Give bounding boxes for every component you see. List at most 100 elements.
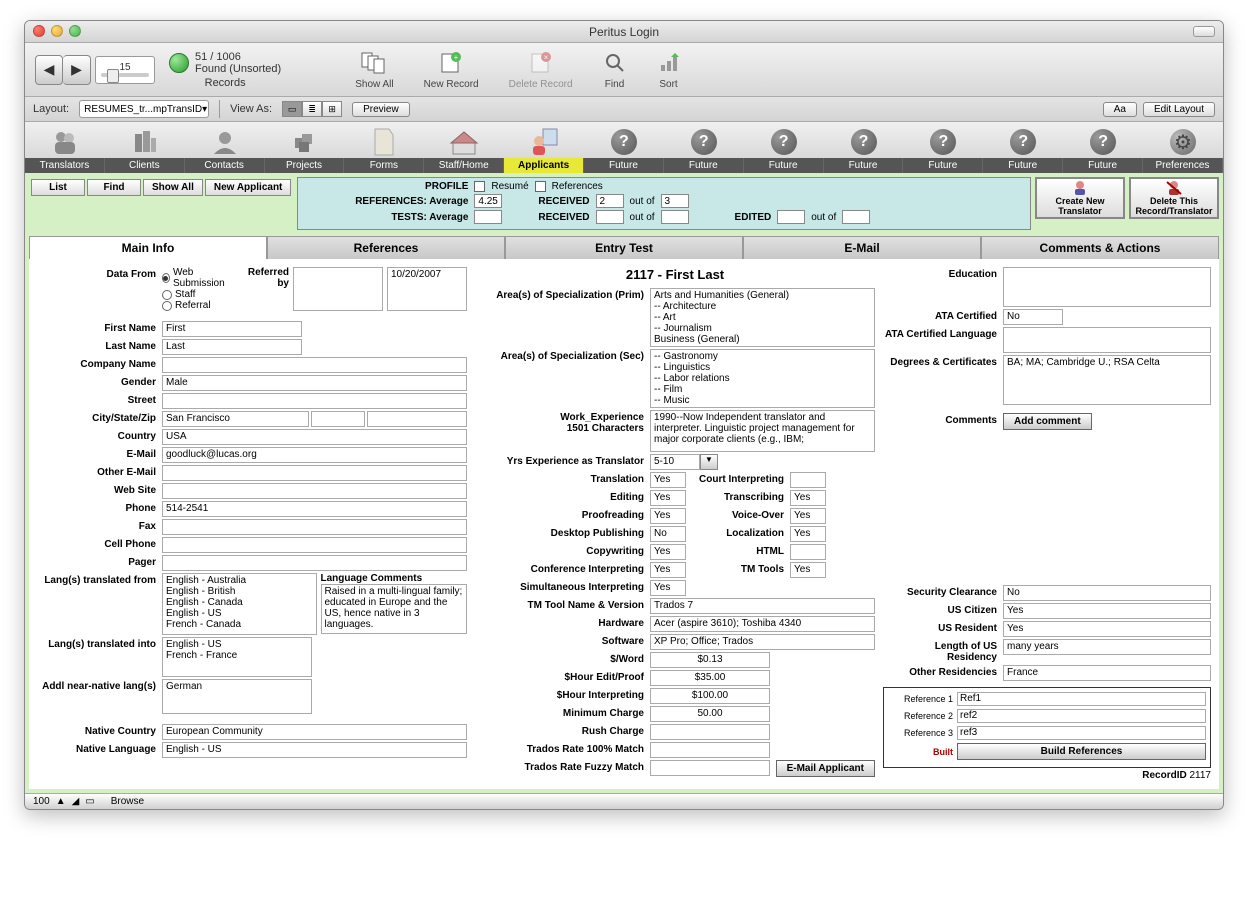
nav-label-translators[interactable]: Translators — [25, 158, 105, 173]
minimize-button[interactable] — [51, 25, 63, 37]
cellphone-field[interactable] — [162, 537, 467, 553]
translators-icon[interactable] — [50, 126, 80, 158]
street-field[interactable] — [162, 393, 467, 409]
applicants-icon[interactable] — [529, 126, 559, 158]
sort-button[interactable]: Sort — [657, 49, 681, 90]
us-resident-field[interactable]: Yes — [1003, 621, 1211, 637]
fax-field[interactable] — [162, 519, 467, 535]
aa-button[interactable]: Aa — [1103, 102, 1137, 117]
phone-field[interactable]: 514-2541 — [162, 501, 467, 517]
trados-fuzzy-field[interactable] — [650, 760, 770, 776]
future-icon[interactable]: ? — [691, 126, 717, 158]
transcribing-field[interactable]: Yes — [790, 490, 826, 506]
sim-interp-field[interactable]: Yes — [650, 580, 686, 596]
future-icon[interactable]: ? — [611, 126, 637, 158]
proofreading-field[interactable]: Yes — [650, 508, 686, 524]
references-checkbox[interactable] — [535, 181, 546, 192]
tab-comments---actions[interactable]: Comments & Actions — [981, 236, 1219, 259]
trados-100-field[interactable] — [650, 742, 770, 758]
work-exp-field[interactable]: 1990--Now Independent translator and int… — [650, 410, 875, 452]
gender-field[interactable]: Male — [162, 375, 467, 391]
future-icon[interactable]: ? — [930, 126, 956, 158]
find-sub-button[interactable]: Find — [87, 179, 141, 196]
interp-rate-field[interactable]: $100.00 — [650, 688, 770, 704]
new-record-button[interactable]: + New Record — [424, 49, 479, 90]
next-record-button[interactable]: ▶ — [63, 55, 91, 85]
find-button[interactable]: Find — [603, 49, 627, 90]
clients-icon[interactable] — [130, 126, 160, 158]
dtp-field[interactable]: No — [650, 526, 686, 542]
nav-label-projects[interactable]: Projects — [265, 158, 345, 173]
layout-select[interactable]: RESUMES_tr...mpTransID▾ — [79, 100, 209, 118]
city-field[interactable]: San Francisco — [162, 411, 309, 427]
nav-label-future[interactable]: Future — [744, 158, 824, 173]
country-field[interactable]: USA — [162, 429, 467, 445]
show-all-button[interactable]: Show All — [355, 49, 393, 90]
addl-near-field[interactable]: German — [162, 679, 312, 714]
nav-label-contacts[interactable]: Contacts — [185, 158, 265, 173]
data-from-radios[interactable]: Web Submission Staff Referral — [162, 267, 229, 311]
staff-home-icon[interactable] — [449, 126, 479, 158]
nav-label-clients[interactable]: Clients — [105, 158, 185, 173]
tmtools-field[interactable]: Yes — [790, 562, 826, 578]
tab-e-mail[interactable]: E-Mail — [743, 236, 981, 259]
tmtool-name-field[interactable]: Trados 7 — [650, 598, 875, 614]
ata-lang-field[interactable] — [1003, 327, 1211, 353]
conf-interp-field[interactable]: Yes — [650, 562, 686, 578]
degrees-field[interactable]: BA; MA; Cambridge U.; RSA Celta — [1003, 355, 1211, 405]
lang-into-field[interactable]: English - US French - France — [162, 637, 312, 677]
referred-date-field[interactable]: 10/20/2007 — [387, 267, 467, 311]
yrs-exp-field[interactable]: 5-10 — [650, 454, 700, 470]
resume-checkbox[interactable] — [474, 181, 485, 192]
future-icon[interactable]: ? — [851, 126, 877, 158]
tab-main-info[interactable]: Main Info — [29, 236, 267, 259]
tab-references[interactable]: References — [267, 236, 505, 259]
email-applicant-button[interactable]: E-Mail Applicant — [776, 760, 875, 777]
first-name-field[interactable]: First — [162, 321, 302, 337]
nav-label-future[interactable]: Future — [983, 158, 1063, 173]
close-button[interactable] — [33, 25, 45, 37]
pager-field[interactable] — [162, 555, 467, 571]
future-icon[interactable]: ? — [1090, 126, 1116, 158]
yrs-exp-dropdown[interactable]: ▼ — [700, 454, 718, 470]
nav-label-future[interactable]: Future — [584, 158, 664, 173]
lang-from-field[interactable]: English - Australia English - British En… — [162, 573, 317, 635]
nav-label-future[interactable]: Future — [664, 158, 744, 173]
rush-charge-field[interactable] — [650, 724, 770, 740]
edit-rate-field[interactable]: $35.00 — [650, 670, 770, 686]
zip-field[interactable] — [367, 411, 467, 427]
nav-label-forms[interactable]: Forms — [344, 158, 424, 173]
statusbar-icon[interactable]: ▭ — [85, 796, 94, 807]
native-language-field[interactable]: English - US — [162, 742, 467, 758]
sec-clearance-field[interactable]: No — [1003, 585, 1211, 601]
education-field[interactable] — [1003, 267, 1211, 307]
future-icon[interactable]: ? — [1010, 126, 1036, 158]
state-field[interactable] — [311, 411, 365, 427]
ref3-field[interactable]: ref3 — [957, 726, 1206, 740]
ata-cert-field[interactable]: No — [1003, 309, 1063, 325]
us-citizen-field[interactable]: Yes — [1003, 603, 1211, 619]
contacts-icon[interactable] — [210, 126, 240, 158]
html-field[interactable] — [790, 544, 826, 560]
list-button[interactable]: List — [31, 179, 85, 196]
add-comment-button[interactable]: Add comment — [1003, 413, 1092, 430]
word-rate-field[interactable]: $0.13 — [650, 652, 770, 668]
create-translator-button[interactable]: Create New Translator — [1035, 177, 1125, 219]
website-field[interactable] — [162, 483, 467, 499]
other-email-field[interactable] — [162, 465, 467, 481]
window-pill-button[interactable] — [1193, 26, 1215, 37]
future-icon[interactable]: ? — [771, 126, 797, 158]
preview-button[interactable]: Preview — [352, 102, 410, 117]
viewas-toggle[interactable]: ▭≣⊞ — [282, 101, 342, 117]
spec-sec-field[interactable]: -- Gastronomy -- Linguistics -- Labor re… — [650, 349, 875, 408]
zoom-value[interactable]: 100 — [33, 796, 50, 807]
min-charge-field[interactable]: 50.00 — [650, 706, 770, 722]
localization-field[interactable]: Yes — [790, 526, 826, 542]
statusbar-icon[interactable]: ▲ — [56, 796, 66, 807]
referred-by-field[interactable] — [293, 267, 383, 311]
len-us-field[interactable]: many years — [1003, 639, 1211, 655]
nav-label-applicants[interactable]: Applicants — [504, 158, 584, 173]
other-res-field[interactable]: France — [1003, 665, 1211, 681]
court-field[interactable] — [790, 472, 826, 488]
record-slider[interactable]: 15 — [95, 56, 155, 84]
